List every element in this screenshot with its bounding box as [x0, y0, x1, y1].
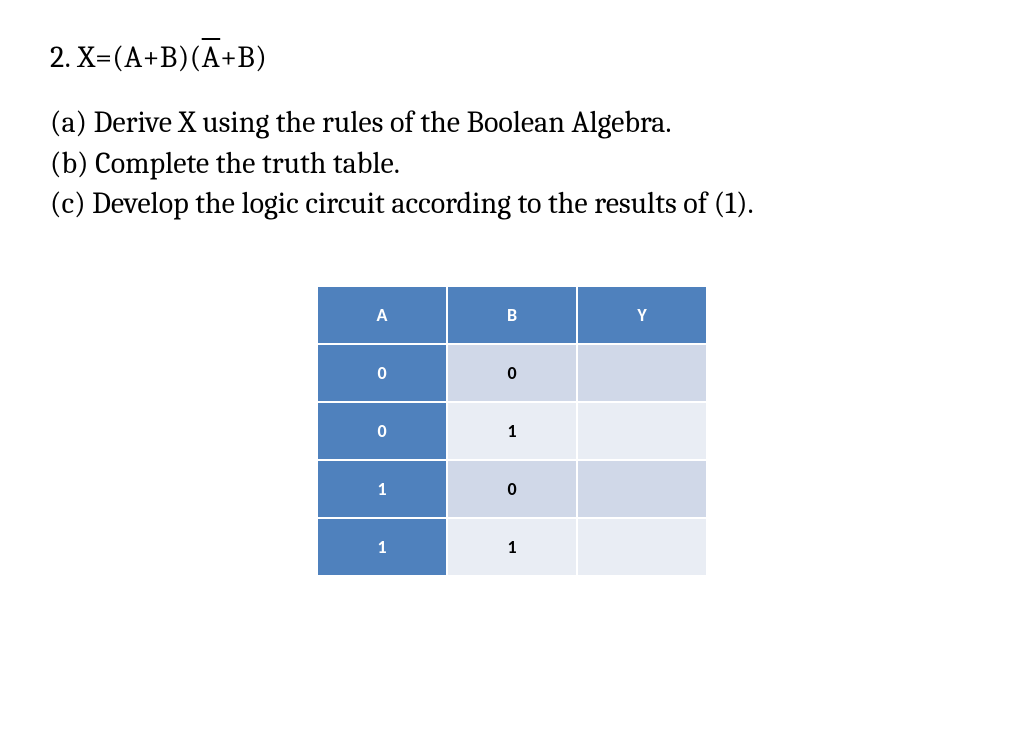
part-c: (c) Develop the logic circuit according …: [50, 184, 974, 225]
cell-B: 1: [447, 518, 577, 576]
cell-A: 0: [317, 402, 447, 460]
table-row: 0 1: [317, 402, 707, 460]
table-header-row: A B Y: [317, 286, 707, 344]
problem-parts: (a) Derive X using the rules of the Bool…: [50, 103, 974, 225]
problem-statement: 2. X=(A+B)(A+B): [50, 40, 974, 75]
part-a: (a) Derive X using the rules of the Bool…: [50, 103, 974, 144]
eq-plus2: +: [220, 40, 237, 75]
table-row: 1 0: [317, 460, 707, 518]
cell-B: 0: [447, 344, 577, 402]
header-Y: Y: [577, 286, 707, 344]
eq-plus1: +: [143, 40, 160, 75]
truth-table-wrap: A B Y 0 0 0 1 1 0 1 1: [50, 285, 974, 577]
cell-A: 1: [317, 518, 447, 576]
cell-A: 0: [317, 344, 447, 402]
eq-p2o: (: [190, 40, 202, 75]
problem-number: 2.: [50, 40, 70, 75]
part-b: (b) Complete the truth table.: [50, 144, 974, 185]
cell-Y: [577, 518, 707, 576]
header-B: B: [447, 286, 577, 344]
eq-Abar: A: [202, 40, 220, 75]
cell-B: 0: [447, 460, 577, 518]
cell-B: 1: [447, 402, 577, 460]
header-A: A: [317, 286, 447, 344]
cell-A: 1: [317, 460, 447, 518]
cell-Y: [577, 460, 707, 518]
eq-B1: B: [160, 40, 178, 75]
cell-Y: [577, 344, 707, 402]
eq-p2c: ): [255, 40, 267, 75]
eq-p1c: ): [178, 40, 190, 75]
truth-table: A B Y 0 0 0 1 1 0 1 1: [316, 285, 708, 577]
eq-p1o: (: [112, 40, 124, 75]
table-row: 0 0: [317, 344, 707, 402]
eq-B2: B: [237, 40, 255, 75]
eq-lhs: X=: [78, 40, 113, 75]
cell-Y: [577, 402, 707, 460]
table-row: 1 1: [317, 518, 707, 576]
eq-A1: A: [124, 40, 142, 75]
